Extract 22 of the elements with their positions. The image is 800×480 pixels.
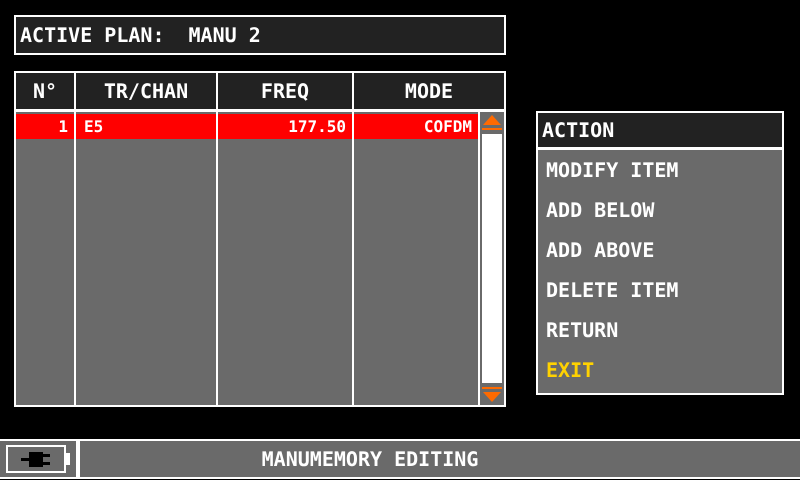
table-cell[interactable]: COFDM bbox=[354, 114, 478, 139]
active-plan-label: ACTIVE PLAN: bbox=[20, 23, 164, 47]
table-cell[interactable]: E5 bbox=[76, 114, 216, 139]
column-header: TR/CHAN bbox=[76, 73, 216, 109]
active-plan-value: MANU 2 bbox=[188, 23, 261, 47]
scroll-up-icon[interactable] bbox=[481, 114, 503, 132]
menu-item[interactable]: RETURN bbox=[538, 310, 782, 350]
table-cell[interactable]: 1 bbox=[16, 114, 74, 139]
scrollbar[interactable] bbox=[480, 112, 504, 405]
column-header: FREQ bbox=[218, 73, 352, 109]
column-header: MODE bbox=[354, 73, 504, 109]
menu-item[interactable]: EXIT bbox=[538, 350, 782, 390]
menu-item[interactable]: MODIFY ITEM bbox=[538, 150, 782, 190]
menu-item[interactable]: ADD ABOVE bbox=[538, 230, 782, 270]
scroll-down-icon[interactable] bbox=[481, 385, 503, 403]
menu-title: ACTION bbox=[538, 113, 782, 150]
table-cell[interactable]: 177.50 bbox=[218, 114, 352, 139]
menu-item[interactable]: ADD BELOW bbox=[538, 190, 782, 230]
menu-item[interactable]: DELETE ITEM bbox=[538, 270, 782, 310]
battery-plug-icon bbox=[5, 444, 71, 474]
column-header: N° bbox=[16, 73, 74, 109]
status-text: MANUMEMORY EDITING bbox=[80, 441, 800, 477]
